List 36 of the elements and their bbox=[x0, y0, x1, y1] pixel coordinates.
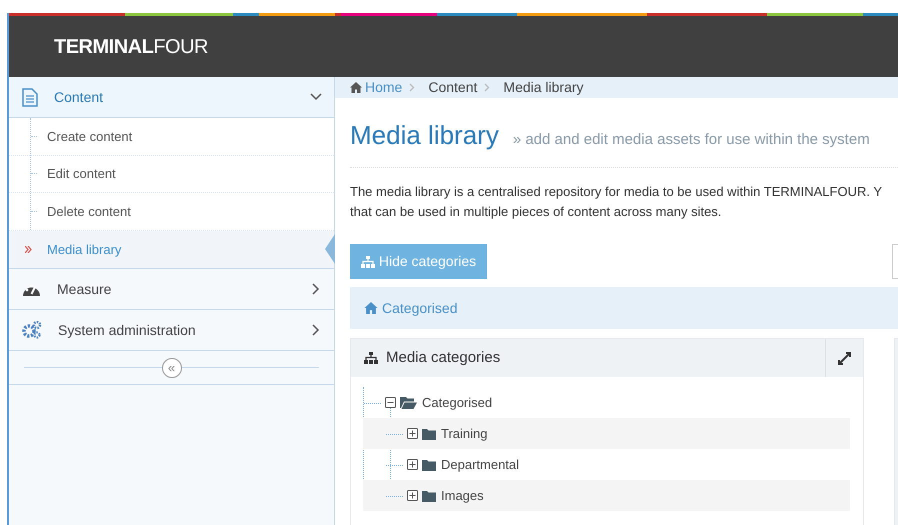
document-icon bbox=[22, 88, 38, 106]
folder-icon bbox=[422, 490, 436, 502]
sitemap-icon bbox=[364, 352, 378, 364]
open-folder-icon bbox=[400, 396, 417, 409]
breadcrumb-text: Content bbox=[428, 78, 478, 97]
sidebar-item[interactable]: Create content bbox=[9, 118, 334, 156]
expand-toggle-icon[interactable] bbox=[407, 490, 418, 501]
panel-title: Media categories bbox=[364, 346, 500, 370]
home-icon bbox=[364, 302, 378, 314]
logo[interactable]: TERMINALFOUR bbox=[54, 32, 208, 62]
collapse-toggle-icon[interactable] bbox=[385, 397, 396, 408]
folder-icon bbox=[422, 458, 436, 470]
tree-item[interactable]: Categorised bbox=[422, 392, 492, 412]
expand-toggle-icon[interactable] bbox=[407, 459, 418, 470]
breadcrumb-text: Media library bbox=[503, 78, 584, 97]
page-title: Media library bbox=[350, 119, 499, 152]
expand-icon bbox=[838, 352, 851, 364]
chevron-icon bbox=[484, 83, 490, 92]
sidebar-item[interactable]: Edit content bbox=[9, 156, 334, 193]
tree-item[interactable]: Training bbox=[441, 424, 488, 444]
home-icon bbox=[350, 82, 362, 93]
collapse-sidebar-button[interactable]: « bbox=[162, 358, 182, 378]
tree-item[interactable]: Images bbox=[441, 486, 484, 506]
tree-item[interactable]: Departmental bbox=[441, 454, 520, 474]
chevron-icon bbox=[409, 83, 416, 92]
sitemap-icon bbox=[360, 256, 375, 268]
sidebar-section[interactable]: Measure bbox=[9, 269, 334, 310]
double-chevron-icon bbox=[25, 246, 32, 253]
folder-icon bbox=[422, 428, 436, 440]
selection-pointer-icon bbox=[325, 234, 335, 264]
expand-toggle-icon[interactable] bbox=[407, 428, 418, 439]
sidebar-section[interactable]: System administration bbox=[9, 310, 334, 351]
gears-icon bbox=[22, 321, 42, 339]
page-subtitle: » add and edit media assets for use within the system bbox=[512, 130, 870, 150]
description-text: The media library is a centralised repository for media to be used within TERMINALFOUR. Y that can be used in multiple pieces of content across many sites. bbox=[350, 183, 884, 221]
sidebar-section[interactable]: Content bbox=[9, 77, 334, 118]
